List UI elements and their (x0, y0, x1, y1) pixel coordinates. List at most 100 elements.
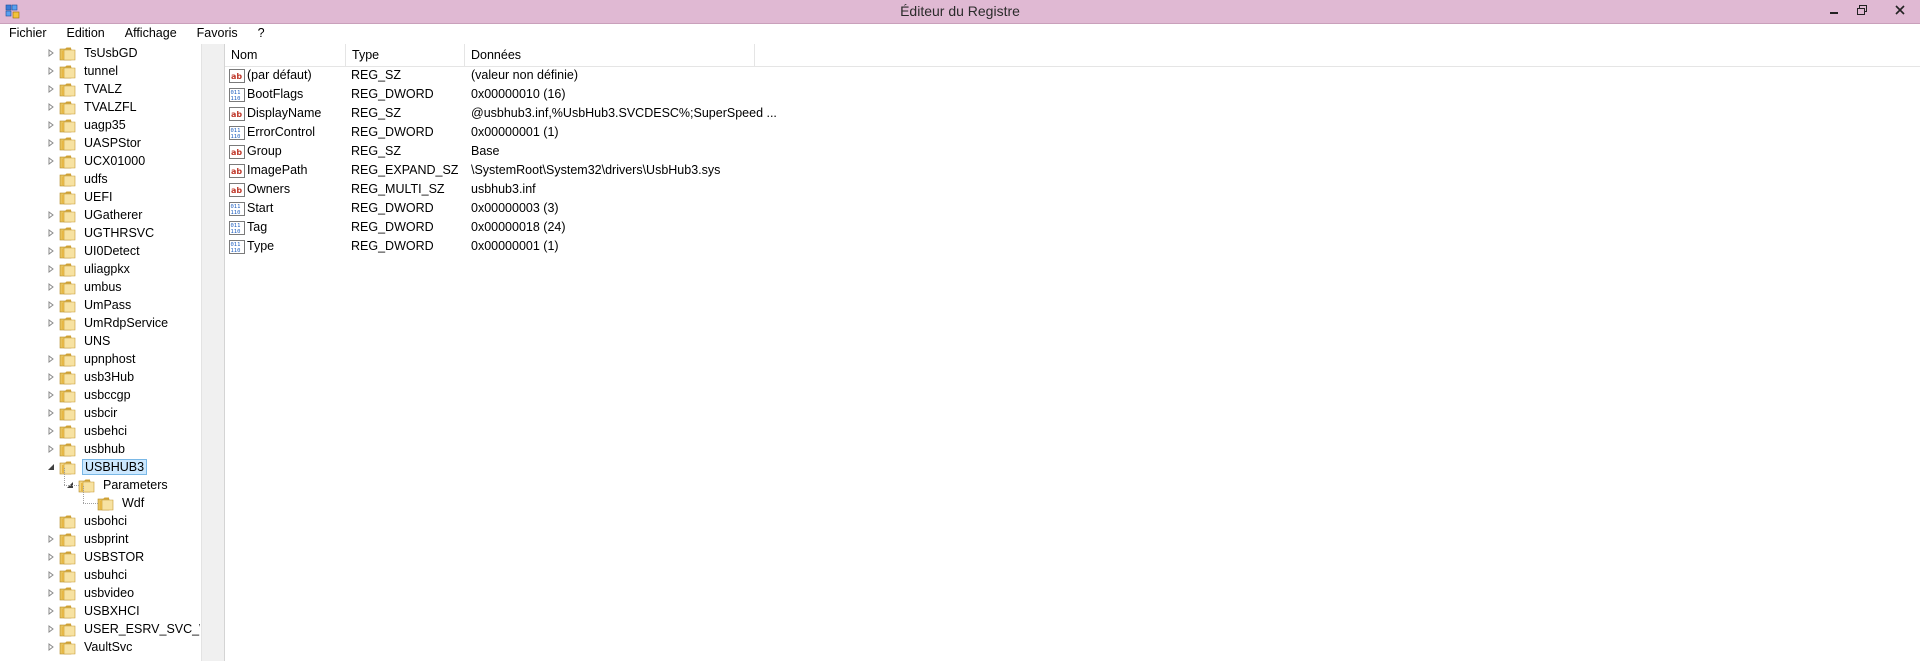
tree-item[interactable]: usbcir (46, 404, 119, 422)
tree-connector (83, 503, 98, 505)
menu-affichage[interactable]: Affichage (115, 24, 187, 43)
expand-arrow-icon[interactable] (46, 282, 56, 292)
folder-icon (59, 551, 76, 564)
tree-item[interactable]: uagp35 (46, 116, 128, 134)
tree-item[interactable]: umbus (46, 278, 124, 296)
column-header-type[interactable]: Type (346, 44, 465, 66)
column-header-donnees[interactable]: Données (465, 44, 755, 66)
tree-item[interactable]: USER_ESRV_SVC_WILLA (46, 620, 200, 638)
tree-item[interactable]: usbvideo (46, 584, 136, 602)
restore-button[interactable] (1848, 0, 1876, 20)
expand-arrow-icon[interactable] (46, 372, 56, 382)
expand-arrow-icon[interactable] (46, 354, 56, 364)
value-name-cell: ab (par défaut) (229, 66, 312, 85)
restore-icon (1857, 5, 1867, 15)
value-row[interactable]: 011 110 Type REG_DWORD 0x00000001 (1) (225, 237, 1225, 256)
expand-arrow-icon[interactable] (46, 156, 56, 166)
expand-arrow-icon[interactable] (46, 624, 56, 634)
tree-item[interactable]: usbhub (46, 440, 127, 458)
expand-arrow-icon[interactable] (46, 120, 56, 130)
expand-arrow-icon[interactable] (46, 48, 56, 58)
expand-arrow-icon[interactable] (46, 606, 56, 616)
tree-item[interactable]: uliagpkx (46, 260, 132, 278)
value-row[interactable]: ab (par défaut) REG_SZ (valeur non définie) (225, 66, 1225, 85)
expand-arrow-icon[interactable] (46, 66, 56, 76)
expand-arrow-icon[interactable] (46, 408, 56, 418)
collapse-arrow-icon[interactable] (46, 462, 56, 472)
expand-arrow-icon[interactable] (46, 210, 56, 220)
tree-item[interactable]: UCX01000 (46, 152, 147, 170)
expand-arrow-icon[interactable] (46, 102, 56, 112)
tree-connector (83, 486, 85, 503)
tree-item[interactable]: usbohci (46, 512, 129, 530)
expand-arrow-icon[interactable] (46, 570, 56, 580)
tree-item[interactable]: USBHUB3 (46, 458, 148, 476)
tree-item[interactable]: upnphost (46, 350, 137, 368)
menu-edition[interactable]: Edition (57, 24, 115, 43)
minimize-icon (1830, 12, 1838, 14)
expand-arrow-icon[interactable] (46, 246, 56, 256)
tree-item[interactable]: TVALZFL (46, 98, 139, 116)
value-row[interactable]: ab Group REG_SZ Base (225, 142, 1225, 161)
expand-arrow-icon[interactable] (46, 264, 56, 274)
expand-arrow-icon[interactable] (46, 552, 56, 562)
expand-arrow-icon[interactable] (46, 588, 56, 598)
tree-item[interactable]: UmRdpService (46, 314, 170, 332)
tree-item[interactable]: tunnel (46, 62, 120, 80)
tree-item[interactable]: VaultSvc (46, 638, 134, 656)
tree-item[interactable]: usbccgp (46, 386, 133, 404)
value-row[interactable]: 011 110 ErrorControl REG_DWORD 0x00000001 (1… (225, 123, 1225, 142)
expand-arrow-icon[interactable] (46, 228, 56, 238)
tree-item[interactable]: udfs (46, 170, 110, 188)
tree-item[interactable]: TsUsbGD (46, 44, 139, 62)
tree-item[interactable]: TVALZ (46, 80, 124, 98)
tree-item[interactable]: USBSTOR (46, 548, 146, 566)
tree-item[interactable]: UNS (46, 332, 112, 350)
tree-item-label: UNS (84, 334, 111, 348)
expand-arrow-icon[interactable] (46, 318, 56, 328)
tree-item[interactable]: usbprint (46, 530, 130, 548)
expand-arrow-icon[interactable] (46, 426, 56, 436)
expand-arrow-icon[interactable] (46, 300, 56, 310)
tree-item[interactable]: USBXHCI (46, 602, 142, 620)
tree-scrollbar[interactable] (201, 44, 219, 661)
expand-arrow-icon[interactable] (46, 84, 56, 94)
tree-item[interactable]: UI0Detect (46, 242, 142, 260)
column-header-nom[interactable]: Nom (225, 44, 346, 66)
tree-item[interactable]: UEFI (46, 188, 114, 206)
menu-help[interactable]: ? (248, 24, 275, 43)
tree-item[interactable]: usb3Hub (46, 368, 136, 386)
key-tree[interactable]: TsUsbGD tunnel TVALZ TVALZFL uagp35 UASPStor U… (0, 44, 200, 661)
menu-fichier[interactable]: Fichier (0, 24, 57, 43)
value-row[interactable]: ab ImagePath REG_EXPAND_SZ \SystemRoot\Syst… (225, 161, 1225, 180)
tree-item[interactable]: usbehci (46, 422, 129, 440)
folder-icon (59, 227, 76, 240)
value-row[interactable]: 011 110 BootFlags REG_DWORD 0x00000010 (16) (225, 85, 1225, 104)
tree-item[interactable]: UGatherer (46, 206, 144, 224)
tree-item-label: upnphost (84, 352, 136, 366)
tree-item-label: usbccgp (84, 388, 131, 402)
tree-item-label: TsUsbGD (84, 46, 138, 60)
tree-item[interactable]: UmPass (46, 296, 133, 314)
value-row[interactable]: ab DisplayName REG_SZ @usbhub3.inf,%UsbHub3… (225, 104, 1225, 123)
close-button[interactable] (1880, 0, 1920, 20)
tree-item[interactable]: UGTHRSVC (46, 224, 156, 242)
value-row[interactable]: 011 110 Tag REG_DWORD 0x00000018 (24) (225, 218, 1225, 237)
tree-item[interactable]: UASPStor (46, 134, 143, 152)
minimize-button[interactable] (1820, 0, 1848, 20)
expand-arrow-icon[interactable] (46, 642, 56, 652)
expand-arrow-icon[interactable] (46, 390, 56, 400)
value-row[interactable]: 011 110 Start REG_DWORD 0x00000003 (3) (225, 199, 1225, 218)
folder-icon (59, 137, 76, 150)
value-row[interactable]: ab Owners REG_MULTI_SZ usbhub3.inf (225, 180, 1225, 199)
tree-item[interactable]: usbuhci (46, 566, 129, 584)
expand-arrow-icon[interactable] (46, 138, 56, 148)
svg-text:110: 110 (231, 210, 241, 216)
expand-arrow-icon[interactable] (46, 444, 56, 454)
tree-item[interactable]: Parameters (65, 476, 170, 494)
value-list[interactable]: Nom Type Données ab (par défaut) REG_SZ (va… (225, 44, 1920, 661)
folder-icon (59, 209, 76, 222)
menu-favoris[interactable]: Favoris (187, 24, 248, 43)
tree-connector (64, 468, 66, 485)
expand-arrow-icon[interactable] (46, 534, 56, 544)
